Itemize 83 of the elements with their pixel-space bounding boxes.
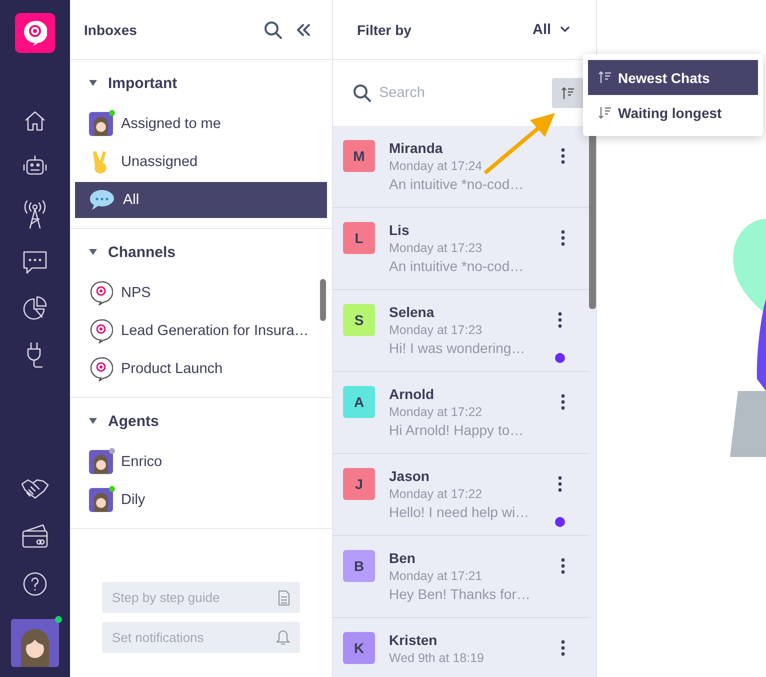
message-preview: Hi! I was wondering… <box>389 340 526 356</box>
inbox-item[interactable]: Product Launch <box>75 351 327 387</box>
inbox-item[interactable]: All <box>75 182 327 218</box>
panel-title: Inboxes <box>84 22 137 38</box>
chat-time: Monday at 17:22 <box>389 487 484 501</box>
initial-avatar: A <box>343 386 375 418</box>
home-icon[interactable] <box>23 109 47 133</box>
chat-time: Monday at 17:23 <box>389 241 484 255</box>
contact-name: Ben <box>389 550 416 566</box>
search-icon <box>353 84 371 102</box>
speech-bubble-icon <box>89 188 115 212</box>
message-preview: An intuitive *no-cod… <box>389 258 525 274</box>
chat-item[interactable]: S Selena Monday at 17:23 Hi! I was wondering… <box>333 290 589 372</box>
pie-chart-icon[interactable] <box>22 295 48 321</box>
chat-time: Wed 9th at 18:19 <box>389 651 485 665</box>
help-icon[interactable] <box>22 571 48 597</box>
initial-avatar: M <box>343 140 375 172</box>
contact-name: Jason <box>389 468 430 484</box>
inbox-item[interactable]: Unassigned <box>75 144 327 180</box>
chat-item[interactable]: J Jason Monday at 17:22 Hello! I need help wi… <box>333 454 589 536</box>
contact-name: Arnold <box>389 386 436 402</box>
initial-avatar: L <box>343 222 375 254</box>
chat-time: Monday at 17:23 <box>389 323 484 337</box>
document-icon <box>278 590 290 606</box>
inbox-item[interactable]: Lead Generation for Insura… <box>75 313 327 349</box>
sort-icon <box>561 86 575 100</box>
contact-name: Kristen <box>389 632 438 648</box>
initial-avatar: J <box>343 468 375 500</box>
sort-button[interactable] <box>552 78 584 108</box>
more-icon[interactable] <box>561 558 565 574</box>
channel-icon <box>89 280 113 306</box>
chat-item[interactable]: B Ben Monday at 17:21 Hey Ben! Thanks for… <box>333 536 589 618</box>
caret-icon[interactable] <box>88 417 98 425</box>
section-title[interactable]: Channels <box>108 244 176 260</box>
more-icon[interactable] <box>561 640 565 656</box>
section-title[interactable]: Agents <box>108 412 159 430</box>
sort-descending-icon <box>598 106 612 119</box>
search-icon[interactable] <box>264 20 282 38</box>
chat-time: Monday at 17:24 <box>389 159 484 173</box>
more-icon[interactable] <box>561 230 565 246</box>
chat-time: Monday at 17:21 <box>389 569 484 583</box>
more-icon[interactable] <box>561 394 565 410</box>
chat-item[interactable]: K Kristen Wed 9th at 18:19 <box>333 618 589 677</box>
initial-avatar: B <box>343 550 375 582</box>
sort-ascending-icon <box>598 71 612 84</box>
antenna-tower-icon[interactable] <box>22 199 48 229</box>
initial-avatar: K <box>343 632 375 664</box>
chat-item[interactable]: L Lis Monday at 17:23 An intuitive *no-cod… <box>333 208 589 290</box>
channel-icon <box>89 318 113 344</box>
inbox-item[interactable]: Dily <box>75 482 327 518</box>
menu-item[interactable]: Newest Chats <box>588 60 758 95</box>
chat-time: Monday at 17:22 <box>389 405 484 419</box>
handshake-icon[interactable] <box>20 477 50 501</box>
filter-label: Filter by <box>357 22 412 38</box>
collapse-icon[interactable] <box>296 22 310 36</box>
scrollbar[interactable] <box>320 279 326 321</box>
message-preview: Hi Arnold! Happy to… <box>389 422 525 438</box>
inbox-item[interactable]: Assigned to me <box>75 106 327 142</box>
message-preview: Hey Ben! Thanks for… <box>389 586 532 602</box>
contact-name: Lis <box>389 222 410 238</box>
contact-name: Miranda <box>389 140 444 156</box>
chat-item[interactable]: A Arnold Monday at 17:22 Hi Arnold! Happy to… <box>333 372 589 454</box>
chat-icon[interactable] <box>22 249 48 275</box>
more-icon[interactable] <box>561 148 565 164</box>
contact-name: Selena <box>389 304 436 320</box>
caret-icon[interactable] <box>88 248 98 256</box>
message-preview: An intuitive *no-cod… <box>389 176 525 192</box>
chevron-icon <box>560 26 570 33</box>
more-icon[interactable] <box>558 312 562 328</box>
inbox-item[interactable]: NPS <box>75 275 327 311</box>
more-icon[interactable] <box>558 476 562 492</box>
user-avatar[interactable] <box>11 619 59 667</box>
caret-icon[interactable] <box>88 79 98 87</box>
section-title[interactable]: Important <box>108 74 178 92</box>
initial-avatar: S <box>343 304 375 336</box>
credit-card-icon[interactable] <box>21 523 49 549</box>
menu-item[interactable]: Waiting longest <box>588 95 758 130</box>
app-logo[interactable] <box>15 13 55 53</box>
message-preview: Hello! I need help wi… <box>389 504 530 520</box>
filter-dropdown[interactable]: All <box>532 22 570 38</box>
channel-icon <box>89 356 113 382</box>
bell-icon <box>276 630 290 646</box>
inbox-item[interactable]: Enrico <box>75 444 327 480</box>
